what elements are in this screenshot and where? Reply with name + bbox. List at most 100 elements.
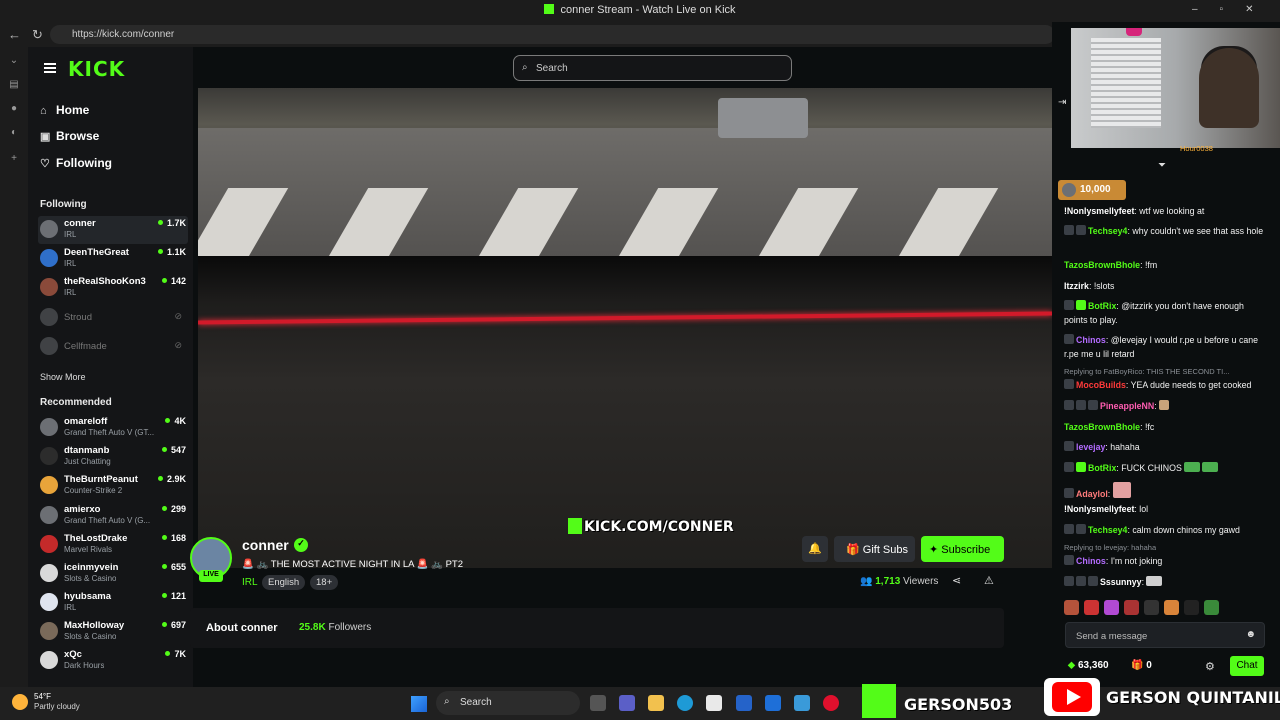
chat-message[interactable]: Chinos: I'm not joking [1064,554,1264,568]
search-bar[interactable]: ⌕ Search [513,55,792,81]
gift-subs-button[interactable]: 🎁 Gift Subs [838,536,915,562]
emote-icon[interactable] [1144,600,1159,615]
task-view-icon[interactable] [590,695,606,711]
following-channel-therealshookon3[interactable]: theRealShooKon3 IRL 142 [38,274,188,302]
nav-following[interactable]: ♡ Following [40,156,112,176]
video-watermark: KICK.COM/CONNER [564,516,738,537]
tag-mature[interactable]: 18+ [310,575,339,590]
avatar [40,564,58,582]
chat-message[interactable]: TazosBrownBhole: !fm [1064,258,1264,272]
pinned-gift-badge[interactable]: 10,000 [1058,180,1126,200]
url-field[interactable]: https://kick.com/conner [50,25,1055,44]
chat-message[interactable]: Chinos: @levejay I would r.pe u before u… [1064,333,1264,361]
recommended-channel[interactable]: amierxo Grand Theft Auto V (G... 299 [38,502,188,530]
chat-message[interactable]: !Nonlysmellyfeet: lol [1064,502,1264,516]
nav-browse[interactable]: ▣ Browse [40,129,99,149]
video-player[interactable]: KICK.COM/CONNER [198,88,1052,568]
gear-icon[interactable]: ⚙ [1205,660,1215,673]
category-link[interactable]: IRL [242,577,258,588]
badge-icon [1076,524,1086,534]
chat-send-button[interactable]: Chat [1230,656,1264,676]
chat-message[interactable]: Techsey4: calm down chinos my gawd [1064,523,1264,537]
emote-icon[interactable] [1064,600,1079,615]
search-input[interactable]: Search [536,63,568,74]
recommended-channel[interactable]: omareloff Grand Theft Auto V (GT... 4K [38,414,188,442]
teams-icon[interactable] [619,695,635,711]
chat-message[interactable]: TazosBrownBhole: !fc [1064,420,1264,434]
recommended-channel[interactable]: TheBurntPeanut Counter-Strike 2 2.9K [38,472,188,500]
collapse-icon[interactable]: ⏷ [1158,160,1166,171]
emote-icon[interactable] [1124,600,1139,615]
chat-message[interactable]: Adaylol: [1064,482,1264,501]
notification-bell-button[interactable]: 🔔 [802,536,828,562]
chat-message[interactable]: !Nonlysmellyfeet: wtf we looking at [1064,204,1264,218]
badge-icon [1076,225,1086,235]
chat-message[interactable]: levejay: hahaha [1064,440,1264,454]
tag-language[interactable]: English [262,575,306,590]
history-icon[interactable]: ▤ [8,79,20,91]
app-icon[interactable] [765,695,781,711]
collapse-chat-icon[interactable]: ⇥ [1058,97,1066,108]
channel-name[interactable]: conner [242,537,289,553]
emote-icon[interactable] [1204,600,1219,615]
recommended-channel[interactable]: hyubsama IRL 121 [38,589,188,617]
chat-message[interactable]: Sssunnyy: [1064,575,1264,589]
recommended-channel[interactable]: TheLostDrake Marvel Rivals 168 [38,531,188,559]
gift-count[interactable]: 🎁 0 [1131,660,1152,671]
chat-message[interactable]: Itzzirk: !slots [1064,279,1264,293]
following-channel-cellfmade[interactable]: Cellfmade ⊘ [38,333,188,361]
audio-icon[interactable]: ◐ [8,127,20,139]
weather-widget[interactable]: 54°F Partly cloudy [12,692,80,712]
back-icon[interactable]: ← [8,27,21,42]
following-channel-conner[interactable]: conner IRL 1.7K [38,216,188,244]
nav-home[interactable]: ⌂ Home [40,103,89,123]
following-channel-deenthegreat[interactable]: DeenTheGreat IRL 1.1K [38,245,188,273]
file-explorer-icon[interactable] [648,695,664,711]
windows-start-icon[interactable] [411,696,427,712]
app-icon[interactable] [736,695,752,711]
emote-icon[interactable] [1184,600,1199,615]
chat-input-box[interactable]: ☻ [1065,622,1265,648]
kick-logo[interactable]: KICK [68,57,125,81]
chat-message-input[interactable] [1076,629,1236,643]
report-icon[interactable]: ⚠ [984,574,994,587]
chat-message[interactable]: BotRix: @itzzirk you don't have enough p… [1064,299,1264,327]
chat-reply-context: Replying to FatBoyRico: THIS THE SECOND … [1064,367,1230,376]
chat-message[interactable]: PineappleNN: [1064,399,1264,413]
opera-icon[interactable] [823,695,839,711]
emote-icon[interactable] [1164,600,1179,615]
app-icon[interactable] [794,695,810,711]
emote-icon [1112,482,1131,498]
edge-icon[interactable] [677,695,693,711]
emote-icon[interactable] [1104,600,1119,615]
show-more-link[interactable]: Show More [40,372,86,382]
hamburger-menu-icon[interactable] [44,63,56,73]
browser-title-bar: conner Stream - Watch Live on Kick [0,0,1280,22]
following-channel-stroud[interactable]: Stroud ⊘ [38,304,188,332]
webcam-person [1199,48,1259,128]
chat-message[interactable]: Techsey4: why couldn't we see that ass h… [1064,224,1264,238]
kick-logo-icon [568,518,582,534]
channel-points[interactable]: ⬥ 63,360 [1068,660,1109,671]
recommended-channel[interactable]: iceinmyvein Slots & Casino 655 [38,560,188,588]
badge-icon [1076,576,1086,586]
emoji-picker-icon[interactable]: ☻ [1245,629,1256,640]
chevron-down-icon[interactable]: ⌄ [8,55,20,67]
emote-bar[interactable] [1064,600,1264,616]
window-controls[interactable]: –▫✕ [1192,4,1276,15]
recommended-channel[interactable]: xQc Dark Hours 7K [38,647,188,675]
add-tab-icon[interactable]: + [8,153,20,165]
chat-message[interactable]: BotRix: FUCK CHINOS [1064,461,1264,475]
chat-message[interactable]: MocoBuilds: YEA dude needs to get cooked [1064,378,1264,392]
badge-icon [1064,379,1074,389]
recommended-channel[interactable]: MaxHolloway Slots & Casino 697 [38,618,188,646]
reload-icon[interactable]: ↻ [32,27,43,43]
recommended-channel[interactable]: dtanmanb Just Chatting 547 [38,443,188,471]
store-icon[interactable] [706,695,722,711]
share-icon[interactable]: ⋖ [952,574,961,587]
subscribe-button[interactable]: ✦ Subscribe [921,536,1004,562]
pinned-tab-icon[interactable]: ● [8,103,20,115]
star-icon: ✦ [929,544,942,556]
emote-icon[interactable] [1084,600,1099,615]
taskbar-search[interactable]: ⌕ Search [436,691,580,715]
